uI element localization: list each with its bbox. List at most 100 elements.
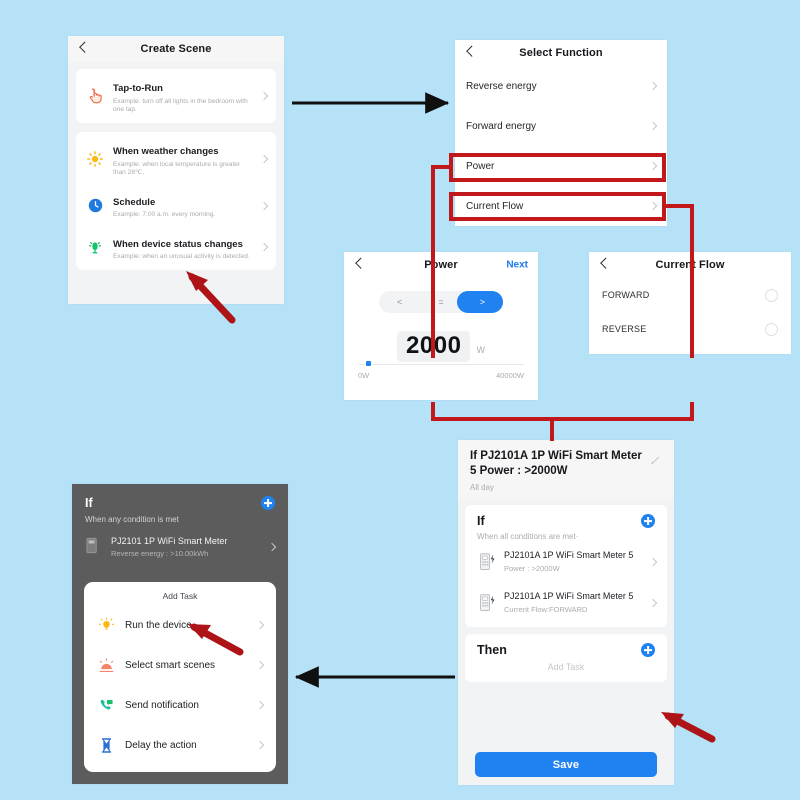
schedule-label: All day	[470, 483, 495, 492]
if-section-header: If	[465, 514, 667, 528]
list-item-text: When weather changes Example: when local…	[113, 141, 253, 177]
radio-icon[interactable]	[765, 322, 778, 336]
page-title: Select Function	[519, 47, 603, 59]
operator-less-than[interactable]: <	[379, 291, 420, 313]
list-item-text: Tap-to-Run Example: turn off all lights …	[113, 78, 253, 114]
task-option-select-smart-scenes[interactable]: Select smart scenes	[84, 645, 276, 685]
plus-circle-icon[interactable]	[641, 643, 655, 657]
chevron-left-icon[interactable]	[355, 257, 367, 269]
condition-detail: Reverse energy : >10.00kWh	[111, 549, 209, 558]
condition-row[interactable]: PJ2101A 1P WiFi Smart Meter 5 Current Fl…	[465, 582, 667, 623]
operator-equals[interactable]: =	[420, 291, 461, 313]
tap-to-run-card[interactable]: Tap-to-Run Example: turn off all lights …	[76, 69, 276, 124]
power-value[interactable]: 2000	[397, 331, 471, 362]
page-title: Current Flow	[655, 259, 725, 271]
then-actions-card: Then Add Task	[465, 634, 667, 682]
add-task-screen: If When any condition is met PJ2101 1P W…	[72, 484, 288, 784]
chevron-right-icon	[267, 542, 277, 552]
if-section-title: If	[477, 514, 485, 528]
option-label: FORWARD	[602, 290, 650, 300]
power-screen: Power Next < = > 2000 W 0W 40000W	[344, 252, 538, 400]
operator-segmented-control[interactable]: < = >	[379, 291, 503, 313]
then-section-header: Then	[465, 643, 667, 657]
function-item-label: Reverse energy	[466, 80, 537, 92]
device-name: PJ2101A 1P WiFi Smart Meter 5	[504, 591, 634, 601]
save-button[interactable]: Save	[475, 752, 657, 777]
chevron-right-icon	[255, 660, 265, 670]
scene-summary-header: If PJ2101A 1P WiFi Smart Meter 5 Power :…	[458, 440, 674, 499]
add-task-hint[interactable]: Add Task	[465, 662, 667, 672]
connector-merge-bus	[431, 402, 694, 421]
chevron-right-icon	[255, 700, 265, 710]
flow-diagram-canvas: Create Scene Tap-to-Run Example: turn of…	[0, 0, 800, 800]
pencil-icon[interactable]	[650, 453, 662, 465]
list-item-text: When device status changes Example: when…	[113, 234, 253, 262]
chevron-left-icon[interactable]	[466, 45, 478, 57]
slider-max-label: 40000W	[496, 371, 524, 380]
function-item-label: Forward energy	[466, 120, 537, 132]
task-option-label: Select smart scenes	[125, 659, 216, 671]
list-item[interactable]: Schedule Example: 7:00 a.m. every mornin…	[76, 185, 276, 227]
chevron-right-icon	[648, 81, 658, 91]
chevron-right-icon	[259, 201, 269, 210]
chevron-right-icon	[648, 557, 658, 566]
next-button[interactable]: Next	[506, 260, 528, 271]
function-item-forward-energy[interactable]: Forward energy	[455, 106, 667, 146]
condition-row-text: PJ2101A 1P WiFi Smart Meter 5 Current Fl…	[504, 591, 643, 614]
chevron-right-icon	[648, 598, 658, 607]
radio-icon[interactable]	[765, 288, 778, 302]
option-label: REVERSE	[602, 324, 647, 334]
task-option-delay-the-action[interactable]: Delay the action	[84, 725, 276, 765]
task-option-run-the-device[interactable]: Run the device	[84, 605, 276, 645]
list-item[interactable]: Tap-to-Run Example: turn off all lights …	[76, 71, 276, 121]
create-scene-header: Create Scene	[68, 36, 284, 62]
condition-row[interactable]: PJ2101A 1P WiFi Smart Meter 5 Power : >2…	[465, 541, 667, 582]
list-item-subtitle: Example: turn off all lights in the bedr…	[113, 97, 248, 113]
function-item-power[interactable]: Power	[455, 146, 667, 186]
dimmed-if-header: If	[85, 496, 275, 510]
plus-circle-icon[interactable]	[641, 514, 655, 528]
task-option-label: Delay the action	[125, 739, 197, 751]
tap-hand-icon	[85, 86, 105, 106]
chevron-left-icon[interactable]	[600, 257, 612, 269]
scene-summary-header-text: If PJ2101A 1P WiFi Smart Meter 5 Power :…	[470, 449, 644, 492]
slider-min-label: 0W	[358, 371, 370, 380]
if-conditions-card: If When all conditions are met· PJ2101A …	[465, 505, 667, 627]
sun-icon	[85, 149, 105, 169]
current-flow-option-reverse[interactable]: REVERSE	[589, 312, 791, 346]
function-item-reverse-energy[interactable]: Reverse energy	[455, 66, 667, 106]
task-option-label: Send notification	[125, 699, 199, 711]
function-item-label: Power	[466, 160, 495, 172]
chevron-left-icon[interactable]	[79, 41, 91, 53]
function-item-current-flow[interactable]: Current Flow	[455, 186, 667, 226]
slider-scale: 0W 40000W	[358, 371, 524, 380]
list-item-subtitle: Example: when an unusual activity is det…	[113, 253, 250, 261]
page-title: Power	[424, 259, 458, 271]
if-section-subtitle: When all conditions are met·	[477, 532, 579, 541]
slider-knob[interactable]	[366, 360, 372, 366]
dimmed-if-section: If When any condition is met	[72, 484, 288, 524]
list-item-title: When device status changes	[113, 238, 243, 250]
power-value-group: 2000 W	[344, 331, 538, 362]
slider-track[interactable]	[358, 360, 524, 366]
scene-summary-screen: If PJ2101A 1P WiFi Smart Meter 5 Power :…	[458, 440, 674, 785]
current-flow-option-forward[interactable]: FORWARD	[589, 278, 791, 312]
operator-greater-than[interactable]: >	[462, 291, 503, 313]
create-scene-screen: Create Scene Tap-to-Run Example: turn of…	[68, 36, 284, 304]
function-item-label: Current Flow	[466, 200, 524, 212]
condition-detail: Power : >2000W	[504, 564, 560, 573]
scene-icon	[97, 656, 115, 674]
plus-circle-icon[interactable]	[261, 496, 275, 510]
condition-row[interactable]: PJ2101 1P WiFi Smart Meter Reverse energ…	[72, 524, 288, 558]
list-item[interactable]: When weather changes Example: when local…	[76, 134, 276, 184]
chevron-right-icon	[259, 155, 269, 164]
smart-meter-icon	[85, 537, 103, 557]
trigger-types-card: When weather changes Example: when local…	[76, 132, 276, 271]
smart-meter-icon	[479, 593, 497, 613]
then-section-title: Then	[477, 643, 507, 657]
list-item[interactable]: When device status changes Example: when…	[76, 227, 276, 269]
list-item-subtitle: Example: when local temperature is great…	[113, 160, 241, 177]
task-option-send-notification[interactable]: Send notification	[84, 685, 276, 725]
power-slider[interactable]: 0W 40000W	[358, 360, 524, 380]
sheet-title: Add Task	[162, 591, 198, 601]
